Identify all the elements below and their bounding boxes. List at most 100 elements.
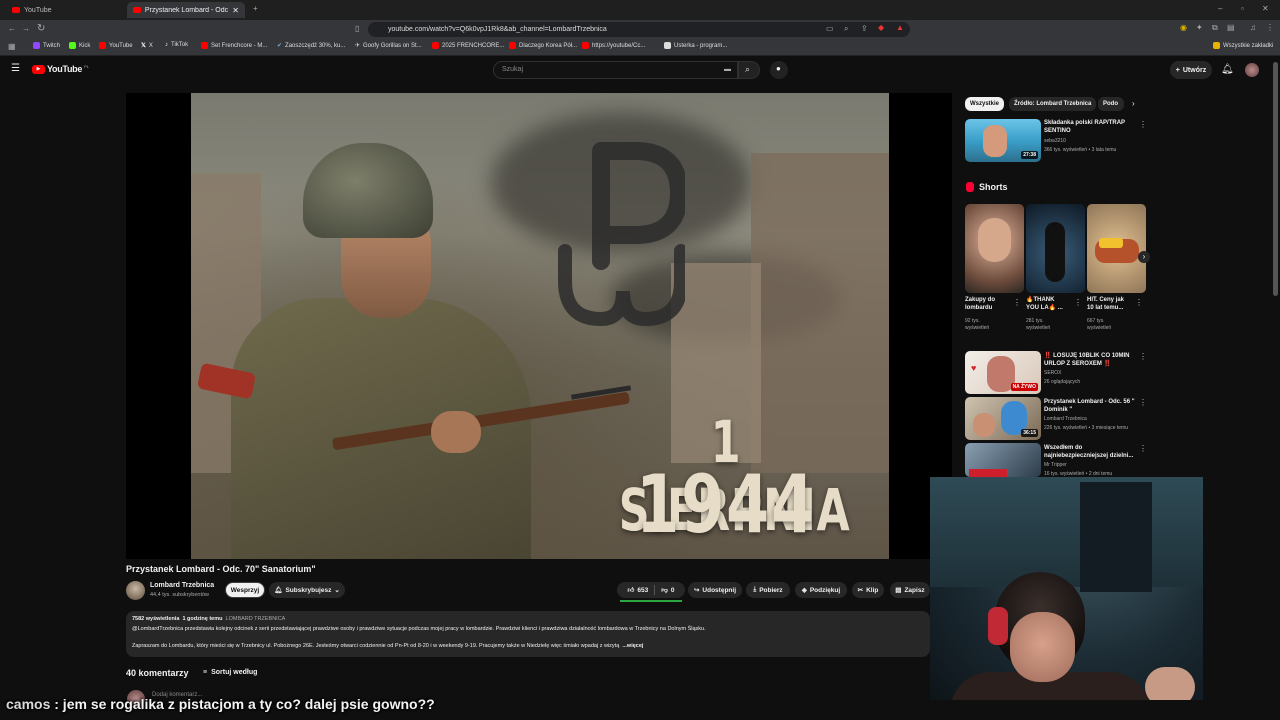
more-actions-icon[interactable]: ⋮	[1139, 120, 1147, 129]
new-tab-icon[interactable]: +	[253, 4, 258, 13]
bookmark-youtube[interactable]: YouTube	[99, 42, 133, 49]
video-channel[interactable]: Mr Tripper	[1044, 462, 1067, 469]
bookmark-frenchcore[interactable]: Set Frenchcore - M...	[201, 42, 267, 49]
extension-alert-icon[interactable]: ▲	[896, 23, 904, 32]
voice-search-button[interactable]: ●	[770, 61, 788, 79]
media-control-icon[interactable]: ♫	[1250, 23, 1256, 32]
search-button[interactable]: ⌕	[738, 61, 760, 79]
sort-comments-button[interactable]: ≡ Sortuj według	[203, 669, 257, 676]
more-actions-icon[interactable]: ⋮	[1139, 352, 1147, 361]
notifications-bell-icon[interactable]: 🔔︎	[1221, 64, 1234, 75]
zoom-icon[interactable]: ⌕	[844, 24, 848, 34]
more-actions-icon[interactable]: ⋮	[1013, 298, 1021, 307]
video-title[interactable]: Składanka polski RAP/TRAP SENTINO	[1044, 119, 1125, 135]
soldier-body	[231, 298, 531, 559]
bookmark-goofy[interactable]: ✈ Goofy Gorillas on St...	[355, 42, 422, 50]
save-button[interactable]: ▤ Zapisz	[890, 582, 930, 598]
keyboard-icon[interactable]: ▬	[724, 62, 731, 78]
channel-tag[interactable]: LOMBARD TRZEBNICA	[226, 616, 286, 622]
short-thumbnail-1[interactable]	[965, 204, 1024, 293]
microphone-icon: ●	[776, 64, 781, 73]
menu-dots-icon[interactable]: ⋮	[1266, 23, 1274, 32]
more-actions-icon[interactable]: ⋮	[1139, 444, 1147, 453]
maximize-icon[interactable]: ▫	[1241, 4, 1244, 13]
extension-icon[interactable]: ◉	[1180, 23, 1187, 32]
short-title[interactable]: 🔥THANK YOU LA🔥 ...	[1026, 296, 1063, 312]
short-title[interactable]: HIT. Ceny jak 10 lat temu...	[1087, 296, 1124, 312]
subscribed-button[interactable]: 🔔︎ Subskrybujesz ⌄	[269, 582, 345, 598]
chip-source-channel[interactable]: Źródło: Lombard Trzebnica	[1009, 97, 1097, 111]
apps-grid-icon[interactable]: ▦	[8, 42, 16, 51]
cast-icon[interactable]: ▭	[826, 24, 834, 33]
short-title[interactable]: Zakupy do lombardu	[965, 296, 995, 312]
extensions-icon[interactable]: ✦	[1196, 23, 1203, 32]
video-title[interactable]: Wszedłem do najniebezpieczniejszej dzieln…	[1044, 444, 1133, 460]
thanks-button[interactable]: ◈ Podziękuj	[795, 582, 847, 598]
back-icon[interactable]: ←	[8, 24, 16, 33]
channel-avatar[interactable]	[126, 581, 145, 600]
title-line: SENTINO	[1044, 128, 1071, 134]
user-avatar[interactable]	[1245, 63, 1259, 77]
bookmark-x[interactable]: 𝕏X	[141, 42, 153, 50]
search-input[interactable]: Szukaj ▬	[493, 61, 738, 79]
video-channel[interactable]: Lombard Trzebnica	[1044, 416, 1087, 423]
short-thumbnail-2[interactable]	[1026, 204, 1085, 293]
video-player[interactable]: 1 SIERPNIA 1944	[126, 93, 952, 559]
chip-all[interactable]: Wszystkie	[965, 97, 1005, 111]
close-window-icon[interactable]: ✕	[1262, 4, 1269, 13]
video-thumbnail[interactable]	[965, 443, 1041, 477]
bookmark-tiktok[interactable]: ♪ TikTok	[165, 42, 188, 48]
share-icon[interactable]: ⇪	[861, 24, 868, 33]
all-bookmarks[interactable]: Wszystkie zakładki	[1213, 42, 1273, 49]
video-title[interactable]: Przystanek Lombard - Odc. 56 " Dominik "	[1044, 398, 1135, 414]
bookmark-twitch[interactable]: Twitch	[33, 42, 60, 49]
video-channel[interactable]: seba3210	[1044, 138, 1066, 145]
channel-name[interactable]: Lombard Trzebnica	[150, 582, 214, 589]
shorts-next-button[interactable]: ›	[1138, 251, 1150, 263]
bookmark-label: Goofy Gorillas on St...	[363, 42, 422, 49]
bookmark-usterka[interactable]: Usterka - program...	[664, 42, 727, 49]
save-label: Zapisz	[904, 586, 925, 594]
description-box[interactable]: 7582 wyświetlenia 1 godzinę temu LOMBARD…	[126, 611, 930, 657]
chip-related[interactable]: Podo	[1098, 97, 1124, 111]
share-button[interactable]: ↪ Udostępnij	[688, 582, 742, 598]
more-actions-icon[interactable]: ⋮	[1139, 398, 1147, 407]
reload-icon[interactable]: ↻	[37, 23, 45, 34]
check-icon: ✔	[277, 43, 283, 49]
video-thumbnail[interactable]: 27:38	[965, 119, 1041, 162]
create-button[interactable]: + Utwórz	[1170, 61, 1212, 79]
page-scrollbar[interactable]	[1273, 62, 1278, 296]
extension-brave-icon[interactable]: ◆	[878, 23, 884, 32]
video-channel[interactable]: SEROX	[1044, 370, 1062, 377]
video-thumbnail[interactable]: 36:15	[965, 397, 1041, 440]
chevron-right-icon[interactable]: ›	[1132, 99, 1135, 108]
hamburger-menu-icon[interactable]: ☰	[11, 63, 20, 74]
bookmark-kick[interactable]: Kick	[69, 42, 90, 49]
youtube-logo[interactable]: ▶ YouTube PL	[32, 64, 89, 74]
bookmark-star-icon[interactable]: ▯	[355, 24, 359, 33]
bookmark-2025-frenchcore[interactable]: 2025 FRENCHCORE...	[432, 42, 504, 49]
bookmark-korea[interactable]: Dlaczego Korea Pół...	[509, 42, 577, 49]
bookmark-discount[interactable]: ✔ Zaoszczędź 30%, ku...	[277, 42, 345, 50]
minimize-icon[interactable]: –	[1218, 4, 1222, 13]
sidebar-toggle-icon[interactable]: ▤	[1227, 23, 1235, 32]
puzzle-icon[interactable]: ⧉	[1212, 23, 1218, 33]
join-button[interactable]: Wesprzyj	[225, 582, 265, 598]
more-actions-icon[interactable]: ⋮	[1135, 298, 1143, 307]
video-thumbnail[interactable]: ♥ NA ŻYWO	[965, 351, 1041, 394]
close-tab-icon[interactable]: ✕	[232, 6, 239, 15]
tab-youtube[interactable]: YouTube	[6, 2, 124, 18]
clip-button[interactable]: ✂ Klip	[852, 582, 884, 598]
video-title[interactable]: ‼️ LOSUJĘ 10BLIK CO 10MIN URLOP Z SEROXEM…	[1044, 352, 1130, 368]
save-icon: ▤	[895, 587, 902, 594]
download-button[interactable]: ⤓ Pobierz	[746, 582, 790, 598]
tab-video[interactable]: Przystanek Lombard - Odc. 7 ✕	[127, 2, 245, 18]
show-more-link[interactable]: ...więcej	[622, 643, 643, 649]
tab-label: Przystanek Lombard - Odc. 7	[144, 6, 229, 14]
like-button[interactable]: 👍︎ 653	[628, 586, 649, 595]
bookmark-youtube-link[interactable]: https://youtube/Cc...	[582, 42, 645, 49]
dislike-button[interactable]: 👎︎ 0	[661, 586, 674, 595]
short-thumbnail-3[interactable]	[1087, 204, 1146, 293]
forward-icon[interactable]: →	[22, 24, 30, 33]
more-actions-icon[interactable]: ⋮	[1074, 298, 1082, 307]
